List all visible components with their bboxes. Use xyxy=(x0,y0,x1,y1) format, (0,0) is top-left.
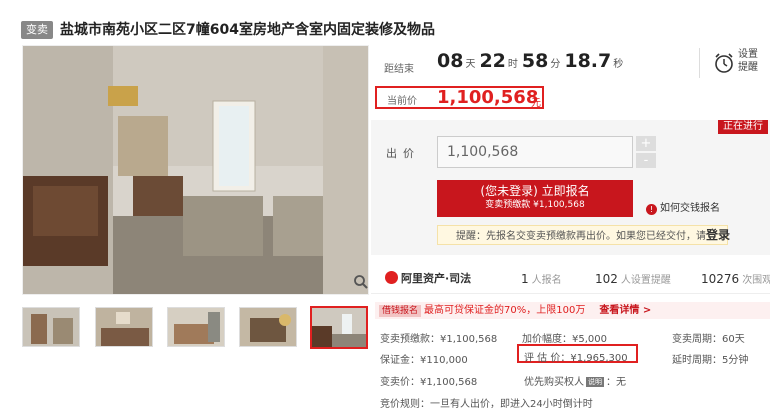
view-count: 10276 次围观 xyxy=(701,272,770,286)
current-price-label: 当前价 xyxy=(387,96,417,107)
signup-button[interactable]: (您未登录) 立即报名 变卖预缴款 ¥1,100,568 xyxy=(437,180,633,217)
main-photo[interactable] xyxy=(22,45,369,295)
current-price-unit: 元 xyxy=(531,98,541,109)
countdown-label: 距结束 xyxy=(384,64,414,75)
hours-unit: 时 xyxy=(507,59,518,70)
prepay-amount: 变卖预缴款：¥1,100,568 xyxy=(380,334,498,345)
bid-label: 出价 xyxy=(386,147,420,160)
priority-buyer: 优先购买权人 说明 ：无 xyxy=(524,373,626,388)
deposit: 保证金：¥110,000 xyxy=(380,355,468,366)
countdown-timer: 08 天 22 时 58 分 18.7 秒 xyxy=(437,50,627,72)
decrease-bid-button[interactable]: - xyxy=(636,153,656,168)
brand[interactable]: 阿里资产·司法 xyxy=(385,270,471,286)
bid-amount-input[interactable]: 1,100,568 xyxy=(437,136,633,168)
thumbnail[interactable] xyxy=(95,307,153,347)
current-price-value: 1,100,568 xyxy=(437,87,539,108)
signup-button-label: (您未登录) 立即报名 xyxy=(480,184,590,198)
increase-bid-button[interactable]: + xyxy=(636,136,656,151)
countdown-days: 08 xyxy=(437,50,464,72)
title-bar: 变卖 盐城市南苑小区二区7幢604室房地产含室内固定装修及物品 xyxy=(0,0,770,40)
promo-details-link[interactable]: 查看详情 > xyxy=(599,305,651,316)
evaluation-price: 评 估 价：¥1,965,300 xyxy=(524,353,628,364)
page-title: 盐城市南苑小区二区7幢604室房地产含室内固定装修及物品 xyxy=(60,22,435,38)
thumbnail[interactable] xyxy=(167,307,225,347)
signup-count: 1 人报名 xyxy=(521,272,562,286)
priority-buyer-value: ：无 xyxy=(606,377,626,388)
bidding-rule: 竞价规则：一旦有人出价，即进入24小时倒计时 xyxy=(380,399,593,410)
countdown-hours: 22 xyxy=(479,50,506,72)
reminder-count: 102 人设置提醒 xyxy=(595,272,671,286)
sale-type-tag: 变卖 xyxy=(21,21,53,39)
login-link[interactable]: 登录 xyxy=(706,228,730,242)
seconds-unit: 秒 xyxy=(613,59,624,70)
bid-increment: 加价幅度：¥5,000 xyxy=(522,334,607,345)
sale-price: 变卖价：¥1,100,568 xyxy=(380,377,478,388)
status-badge: 正在进行 xyxy=(718,120,768,134)
promo-pill: 借钱报名 xyxy=(379,305,422,317)
login-reminder: 提醒：先报名交变卖预缴款再出价。如果您已经交付，请登录 xyxy=(437,225,730,245)
loan-promo: 借钱报名 最高可贷保证金的70%，上限100万 查看详情 > xyxy=(375,302,770,319)
thumbnail[interactable] xyxy=(22,307,80,347)
auction-stats: 阿里资产·司法 1 人报名 102 人设置提醒 10276 次围观 xyxy=(371,262,770,294)
promo-text: 最高可贷保证金的70%，上限100万 xyxy=(424,305,586,316)
countdown-minutes: 58 xyxy=(521,50,549,72)
priority-info-badge[interactable]: 说明 xyxy=(586,377,604,387)
brand-label: 阿里资产·司法 xyxy=(401,272,472,285)
zoom-icon[interactable] xyxy=(353,274,369,290)
signup-deposit-label: 变卖预缴款 ¥1,100,568 xyxy=(485,200,585,210)
reminder-text: 提醒：先报名交变卖预缴款再出价。如果您已经交付，请 xyxy=(456,231,706,242)
days-unit: 天 xyxy=(465,59,476,70)
bid-stepper: + - xyxy=(636,136,656,168)
thumbnail-selected[interactable] xyxy=(310,306,368,349)
sale-period: 变卖周期：60天 xyxy=(672,334,745,345)
bid-panel: 正在进行 出价 1,100,568 + - (您未登录) 立即报名 变卖预缴款 … xyxy=(371,120,770,255)
info-icon: ! xyxy=(646,204,657,215)
ali-assets-logo-icon xyxy=(385,271,398,284)
minutes-unit: 分 xyxy=(550,59,561,70)
alarm-clock-icon xyxy=(715,53,733,73)
thumbnail-strip xyxy=(22,306,372,351)
how-to-pay-link[interactable]: ! 如何交钱报名 xyxy=(646,199,720,215)
set-reminder-button[interactable]: 设置提醒 xyxy=(707,46,767,80)
set-reminder-label: 设置提醒 xyxy=(738,49,758,73)
priority-buyer-label: 优先购买权人 xyxy=(524,377,584,388)
thumbnail[interactable] xyxy=(239,307,297,347)
current-price-box: 当前价 1,100,568 元 xyxy=(375,86,544,109)
how-to-pay-label: 如何交钱报名 xyxy=(660,203,720,214)
divider xyxy=(699,48,700,78)
extension-period: 延时周期：5分钟 xyxy=(672,355,749,366)
countdown-seconds: 18.7 xyxy=(564,50,612,72)
